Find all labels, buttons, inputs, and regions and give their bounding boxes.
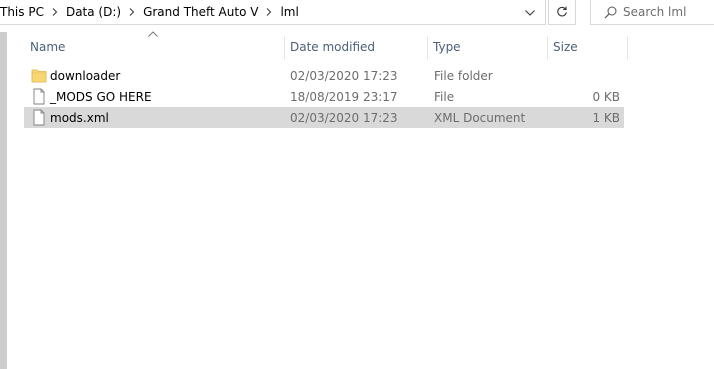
column-divider[interactable]: [627, 36, 628, 60]
breadcrumb-data-drive[interactable]: Data (D:): [66, 5, 121, 19]
breadcrumb-lml[interactable]: lml: [280, 5, 298, 19]
file-explorer-window: This PC Data (D:) Grand Theft Auto V lml: [0, 0, 714, 369]
file-type: File folder: [434, 68, 493, 83]
folder-icon: [31, 69, 47, 83]
column-header-size-label: Size: [553, 40, 578, 54]
column-header-type-label: Type: [433, 40, 461, 54]
chevron-right-icon[interactable]: [121, 8, 143, 16]
chevron-right-icon[interactable]: [258, 8, 280, 16]
breadcrumb-this-pc[interactable]: This PC: [0, 5, 44, 19]
file-date: 02/03/2020 17:23: [290, 110, 398, 125]
refresh-button[interactable]: [548, 0, 576, 25]
chevron-right-icon[interactable]: [44, 8, 66, 16]
search-input[interactable]: Search lml: [623, 5, 686, 19]
navigation-pane-scrollbar[interactable]: [0, 32, 7, 369]
column-header-date[interactable]: Date modified: [284, 36, 427, 58]
search-icon: [597, 6, 623, 19]
file-size: 0 KB: [592, 89, 620, 104]
file-row[interactable]: _MODS GO HERE 18/08/2019 23:17 File 0 KB: [24, 86, 624, 107]
file-type: XML Document: [434, 110, 526, 125]
column-header-size[interactable]: Size: [547, 36, 627, 58]
search-box[interactable]: Search lml: [590, 0, 714, 25]
file-row-selected[interactable]: mods.xml 02/03/2020 17:23 XML Document 1…: [24, 107, 624, 128]
address-dropdown-button[interactable]: [520, 4, 540, 22]
address-bar[interactable]: This PC Data (D:) Grand Theft Auto V lml: [0, 0, 546, 25]
file-type: File: [434, 89, 455, 104]
file-date: 02/03/2020 17:23: [290, 68, 398, 83]
chevron-down-icon: [525, 10, 535, 16]
refresh-icon: [557, 6, 567, 17]
address-row: This PC Data (D:) Grand Theft Auto V lml: [0, 0, 714, 26]
column-header-name[interactable]: Name: [24, 36, 284, 58]
breadcrumb-gta-v[interactable]: Grand Theft Auto V: [143, 5, 258, 19]
file-icon: [33, 88, 45, 105]
file-row[interactable]: downloader 02/03/2020 17:23 File folder: [24, 65, 624, 86]
column-header-type[interactable]: Type: [427, 36, 547, 58]
file-name: _MODS GO HERE: [50, 89, 152, 104]
column-header-date-label: Date modified: [290, 40, 376, 54]
file-size: 1 KB: [592, 110, 620, 125]
file-date: 18/08/2019 23:17: [290, 89, 398, 104]
file-name: mods.xml: [50, 110, 109, 125]
file-name: downloader: [50, 68, 121, 83]
file-icon: [33, 109, 45, 126]
column-header-name-label: Name: [30, 40, 66, 54]
